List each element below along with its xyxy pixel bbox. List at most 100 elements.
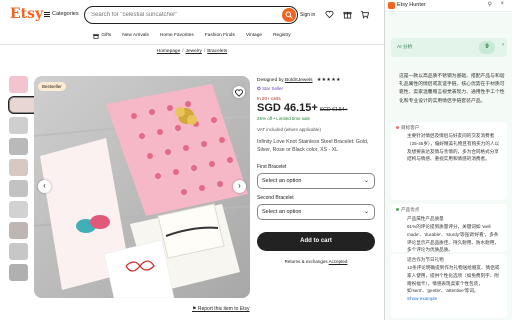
menu-icon (44, 11, 50, 17)
categories-label: Categories (52, 11, 79, 17)
chevron-right-icon: › (238, 181, 241, 190)
etsy-hunter-logo-icon (388, 2, 395, 9)
breadcrumb-separator: / (182, 49, 184, 54)
vat-note: VAT included (where applicable) (257, 127, 322, 132)
show-example-link[interactable]: Show example (391, 295, 507, 303)
search-input[interactable] (91, 10, 271, 20)
nav-fashion-finds[interactable]: Fashion Finds (205, 30, 235, 41)
heart-icon[interactable] (325, 10, 334, 19)
second-bracelet-select[interactable]: Select an option ⌄ (257, 204, 375, 220)
ai-summary: 这是一款以高品质不锈钢为基础、搭配产品与和谐礼品属性的情侣或友谊手链，核心优势在… (399, 74, 505, 104)
star-seller-badge: ✪ Star Seller (257, 86, 377, 92)
price: SGD 46.15+ SGD 61.54+ (257, 102, 377, 114)
favorite-button[interactable] (233, 86, 245, 98)
site-header: Etsy Categories Sign in (0, 0, 384, 30)
breadcrumb-jewelry[interactable]: Jewelry (186, 49, 202, 54)
chevron-down-icon: ⌄ (363, 209, 369, 215)
current-price: SGD 46.15+ (257, 102, 318, 114)
add-to-cart-button[interactable]: Add to cart (257, 232, 375, 251)
etsy-logo[interactable]: Etsy (10, 6, 43, 22)
select-value: Select an option (262, 209, 302, 215)
etsy-page: Etsy Categories Sign in Gifts New Arriva… (0, 0, 384, 320)
chevron-down-icon: ⌄ (363, 178, 369, 184)
etsy-hunter-panel: Etsy Hunter ⚲ × AI 分析 9 › 这是一款以高品质不锈钢为基础… (384, 0, 512, 320)
thumbnail[interactable] (9, 201, 28, 218)
nav-label: Gifts (101, 33, 112, 38)
ai-analysis-label: AI 分析 (397, 45, 413, 50)
bestseller-badge: Bestseller (38, 82, 66, 91)
nav-label: Vintage (245, 33, 263, 38)
designed-by-label: Designed by (257, 78, 284, 83)
in-carts-notice: In 20+ carts (257, 96, 281, 101)
nav-registry[interactable]: Registry (273, 30, 291, 41)
next-image-button[interactable]: › (233, 180, 246, 193)
star-seller-label: Star Seller (262, 86, 284, 91)
thumbnail[interactable] (9, 159, 28, 176)
report-item-link[interactable]: ⚑ Report this item to Etsy (192, 306, 250, 312)
section-heading-label: 目标客户 (401, 125, 420, 130)
returns-label: Returns & exchanges (284, 259, 328, 264)
heart-icon (234, 89, 244, 97)
shop-name-link[interactable]: BoldSJewels (285, 78, 312, 83)
breadcrumb-homepage[interactable]: Homepage (157, 49, 180, 54)
divider (0, 44, 384, 45)
section-text: 12条评论明确提到作为礼物送给朋友、情侣或家人使用，提供个性化选项（如免费刻字、… (407, 265, 500, 294)
search-icon (285, 11, 293, 19)
original-price: SGD 61.54+ (319, 107, 348, 113)
thumbnail-strip (8, 76, 128, 285)
section-heading: 产品优点 (391, 204, 507, 213)
categories-button[interactable]: Categories (44, 11, 79, 17)
gift-icon[interactable] (343, 10, 352, 19)
gift-icon (93, 33, 100, 39)
discount-label: 25% off • Limited time sale (257, 116, 311, 121)
product-title: Infinity Love Knot Stainless Steel Brace… (257, 139, 369, 153)
thumbnail[interactable] (9, 243, 28, 260)
search-bar (84, 6, 298, 24)
panel-header: Etsy Hunter ⚲ × (385, 0, 512, 12)
nav-label: Fashion Finds (204, 33, 235, 38)
product-image (34, 76, 250, 298)
ai-score-card: AI 分析 9 › (391, 38, 507, 57)
nav-gifts[interactable]: Gifts (93, 30, 111, 41)
expand-icon[interactable]: › (502, 42, 504, 48)
sign-in-link[interactable]: Sign in (300, 12, 315, 18)
returns-status[interactable]: Accepted (329, 259, 348, 264)
close-icon[interactable]: × (500, 1, 504, 7)
designed-by: Designed by BoldSJewels ★★★★★ (257, 78, 377, 83)
section-text: 主要针对情侣及情侣与好友间的交友消费者（25-45岁），偏好精美礼物且有购买力的… (407, 133, 500, 162)
nav-label: Home Favorites (159, 33, 194, 38)
target-customers-section: 目标客户 主要针对情侣及情侣与好友间的交友消费者（25-45岁），偏好精美礼物且… (391, 122, 507, 200)
breadcrumb: Homepage / Jewelry / Bracelets (0, 49, 384, 54)
section-text: 91%的评论提到质量评分，关键词如 'well made'、'durable'、… (407, 224, 499, 253)
thumbnail[interactable] (9, 180, 28, 197)
previous-image-button[interactable]: ‹ (38, 180, 51, 193)
thumbnail[interactable] (9, 222, 28, 239)
pin-icon[interactable]: ⚲ (488, 1, 492, 8)
nav-vintage[interactable]: Vintage (246, 30, 262, 41)
thumbnail[interactable] (9, 117, 28, 134)
nav-label: New Arrivals (122, 33, 149, 38)
thumbs-up-icon (396, 208, 399, 212)
ai-score: 9 (479, 41, 495, 54)
section-heading-label: 产品优点 (401, 207, 420, 212)
breadcrumb-separator: / (203, 49, 206, 54)
product-photo (34, 76, 250, 298)
gift-suitability-section: 适合作为节日礼物 12条评论明确提到作为礼物送给朋友、情侣或家人使用，提供个性化… (391, 254, 507, 318)
search-button[interactable] (282, 8, 296, 22)
strength-title: 产品属性产品质量 (407, 216, 444, 221)
category-nav: Gifts New Arrivals Home Favorites Fashio… (0, 30, 384, 41)
strength-title: 适合作为节日礼物 (407, 257, 444, 262)
rating-stars: ★★★★★ (316, 78, 341, 83)
nav-home-favorites[interactable]: Home Favorites (160, 30, 194, 41)
first-bracelet-select[interactable]: Select an option ⌄ (257, 173, 375, 189)
first-bracelet-label: First Bracelet (257, 164, 287, 170)
section-heading: 目标客户 (391, 122, 507, 131)
chevron-left-icon: ‹ (43, 181, 46, 190)
breadcrumb-bracelets[interactable]: Bracelets (207, 49, 227, 54)
thumbnail[interactable] (9, 264, 28, 281)
thumbnail[interactable] (9, 138, 28, 155)
nav-new-arrivals[interactable]: New Arrivals (122, 30, 149, 41)
thumbnail[interactable] (9, 76, 28, 93)
cart-icon[interactable] (360, 10, 370, 19)
select-value: Select an option (262, 178, 302, 184)
